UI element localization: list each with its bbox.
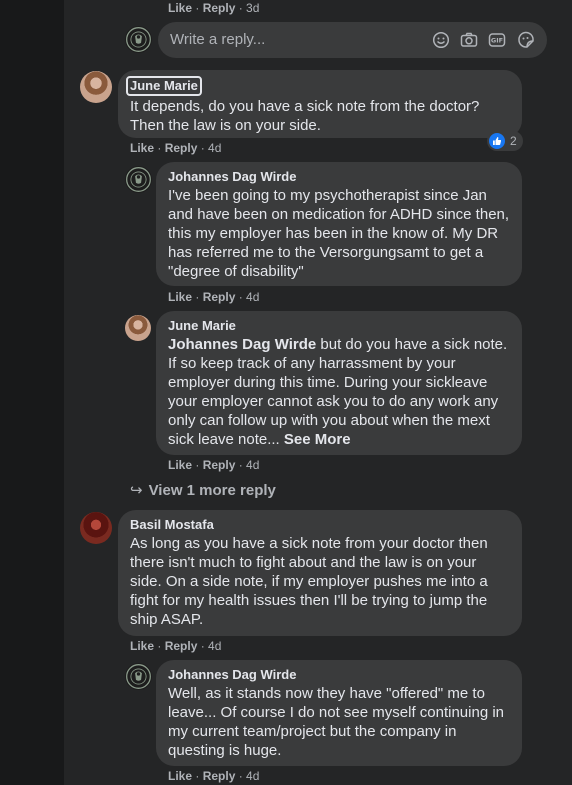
timestamp: 4d [246, 769, 260, 783]
reply-composer: GIF [158, 22, 547, 58]
timestamp: 4d [208, 639, 222, 653]
comment-text: It depends, do you have a sick note from… [130, 98, 480, 134]
reply-arrow-icon: ↪ [130, 482, 143, 499]
comment-author[interactable]: June Marie [168, 317, 510, 334]
like-link[interactable]: Like [168, 458, 192, 472]
comment-actions: Like · Reply · 4d [168, 769, 260, 783]
reply-link[interactable]: Reply [165, 141, 198, 155]
view-more-replies-link[interactable]: ↪ View 1 more reply [130, 481, 276, 499]
comment-actions: Like · Reply · 4d [130, 639, 222, 653]
starbucks-logo-icon [126, 664, 151, 689]
reaction-badge[interactable]: 2 [487, 131, 523, 151]
comment-author[interactable]: Johannes Dag Wirde [168, 666, 510, 683]
timestamp: 3d [246, 1, 260, 15]
reply-link[interactable]: Reply [203, 1, 236, 15]
avatar[interactable] [125, 166, 152, 193]
starbucks-logo-icon [126, 167, 151, 192]
comment-text: As long as you have a sick note from you… [130, 535, 488, 628]
previous-comment-actions: Like · Reply · 3d [168, 1, 260, 15]
comment-actions: Like · Reply · 4d [130, 141, 222, 155]
sticker-icon[interactable] [517, 31, 535, 49]
emoji-icon[interactable] [432, 31, 450, 49]
left-gutter [0, 0, 64, 785]
comment-text: I've been going to my psychotherapist si… [168, 187, 510, 280]
avatar[interactable] [125, 315, 151, 341]
reaction-count: 2 [510, 134, 517, 148]
comment-bubble: June Marie It depends, do you have a sic… [118, 70, 522, 138]
reply-link[interactable]: Reply [203, 290, 236, 304]
reply-bubble: Johannes Dag Wirde I've been going to my… [156, 162, 522, 286]
timestamp: 4d [246, 290, 260, 304]
comment-author[interactable]: Basil Mostafa [130, 516, 510, 533]
comment-actions: Like · Reply · 4d [168, 458, 260, 472]
comment-text: Johannes Dag Wirde but do you have a sic… [168, 335, 510, 449]
reply-link[interactable]: Reply [203, 769, 236, 783]
svg-text:GIF: GIF [491, 37, 503, 45]
gif-icon[interactable]: GIF [488, 31, 506, 49]
like-link[interactable]: Like [130, 141, 154, 155]
comment-bubble: Basil Mostafa As long as you have a sick… [118, 510, 522, 636]
avatar[interactable] [80, 512, 112, 544]
avatar[interactable] [80, 71, 112, 103]
reply-link[interactable]: Reply [165, 639, 198, 653]
timestamp: 4d [246, 458, 260, 472]
comment-author[interactable]: June Marie [126, 76, 202, 96]
reply-bubble: June Marie Johannes Dag Wirde but do you… [156, 311, 522, 455]
like-link[interactable]: Like [168, 769, 192, 783]
like-link[interactable]: Like [168, 290, 192, 304]
starbucks-logo-icon [126, 27, 151, 52]
comment-actions: Like · Reply · 4d [168, 290, 260, 304]
comment-text: Well, as it stands now they have "offere… [168, 685, 505, 759]
view-more-label: View 1 more reply [148, 482, 276, 499]
reply-bubble: Johannes Dag Wirde Well, as it stands no… [156, 660, 522, 766]
reply-input[interactable] [170, 22, 410, 58]
like-link[interactable]: Like [130, 639, 154, 653]
mention-link[interactable]: Johannes Dag Wirde [168, 336, 316, 353]
timestamp: 4d [208, 141, 222, 155]
see-more-link[interactable]: See More [284, 431, 351, 448]
like-link[interactable]: Like [168, 1, 192, 15]
reply-link[interactable]: Reply [203, 458, 236, 472]
comment-author[interactable]: Johannes Dag Wirde [168, 168, 510, 185]
avatar[interactable] [125, 26, 152, 53]
avatar[interactable] [125, 663, 152, 690]
like-icon [489, 133, 505, 149]
camera-icon[interactable] [460, 31, 478, 49]
